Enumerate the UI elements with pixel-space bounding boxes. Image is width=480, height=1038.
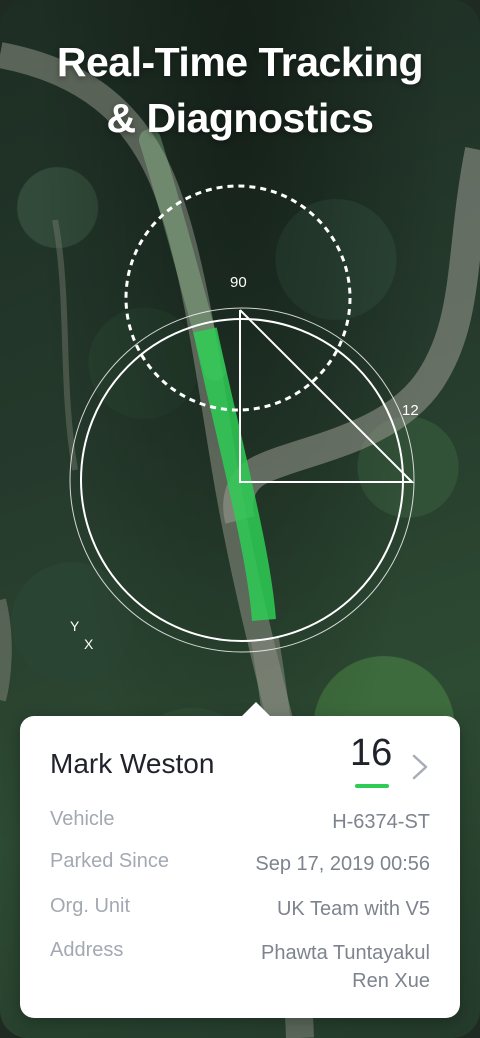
path-faint-2: [0, 598, 12, 702]
road-right: [223, 147, 480, 524]
angle-label-90: 90: [230, 274, 247, 291]
parked-since-value: Sep 17, 2019 00:56: [255, 853, 430, 875]
vehicle-value: H-6374-ST: [332, 811, 430, 833]
headline-line-2: & Diagnostics: [106, 95, 374, 141]
angle-label-12: 12: [402, 402, 419, 419]
axis-label-x: X: [84, 636, 94, 652]
chevron-right-icon[interactable]: [408, 752, 432, 782]
dashed-range-circle: [124, 184, 352, 412]
headline-line-1: Real-Time Tracking: [56, 39, 424, 85]
headline: Real-Time Tracking & Diagnostics: [0, 34, 480, 146]
address-value: Phawta Tuntayakul Ren Xue: [261, 939, 430, 995]
address-label: Address: [50, 939, 124, 961]
address-line-2: Ren Xue: [352, 970, 430, 992]
parked-since-label: Parked Since: [50, 850, 169, 872]
path-faint: [52, 219, 78, 471]
card-pointer: [242, 702, 270, 716]
score-indicator-bar: [355, 784, 389, 788]
vehicle-label: Vehicle: [50, 808, 115, 830]
driver-info-card[interactable]: Mark Weston 16 Vehicle H-6374-ST Parked …: [20, 702, 460, 1018]
driver-name: Mark Weston: [50, 748, 215, 779]
axis-label-y: Y: [70, 618, 80, 634]
address-line-1: Phawta Tuntayakul: [261, 942, 430, 964]
org-unit-label: Org. Unit: [50, 895, 131, 917]
road-left: [0, 42, 293, 724]
driver-score: 16: [350, 732, 393, 774]
org-unit-value: UK Team with V5: [276, 898, 430, 920]
app-screen: Real-Time Tracking & Diagnostics 90 12 Y…: [0, 0, 480, 1038]
